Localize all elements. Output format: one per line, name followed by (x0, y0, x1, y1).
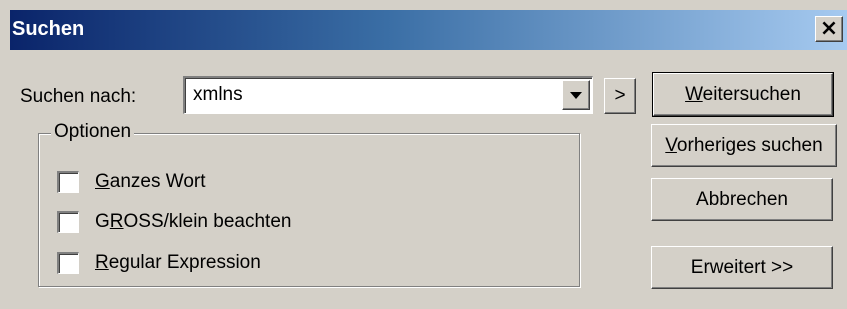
checkbox-whole-word[interactable] (57, 171, 79, 193)
close-icon: × (819, 16, 839, 41)
window-title: Suchen (12, 18, 85, 40)
checkbox-match-case[interactable] (57, 211, 79, 233)
close-button[interactable]: × (815, 16, 843, 42)
options-group: Optionen Ganzes Wort GROSS/klein beachte… (38, 121, 580, 287)
find-input[interactable]: xmlns (193, 84, 243, 106)
find-previous-button[interactable]: Vorheriges suchen (651, 124, 837, 167)
title-bar[interactable]: Suchen × (10, 10, 847, 50)
option-whole-word-label: Ganzes Wort (95, 171, 206, 192)
advanced-button[interactable]: Erweitert >> (651, 246, 833, 289)
find-combobox[interactable]: xmlns (183, 76, 593, 114)
find-dialog: Suchen × Suchen nach: xmlns > Weitersuch… (0, 0, 847, 309)
dropdown-arrow-icon[interactable] (562, 80, 590, 110)
find-next-button[interactable]: Weitersuchen (652, 72, 834, 117)
find-label: Suchen nach: (20, 86, 137, 107)
options-legend: Optionen (51, 121, 135, 143)
option-match-case-label: GROSS/klein beachten (95, 211, 292, 232)
checkbox-regex[interactable] (57, 252, 79, 274)
cancel-button[interactable]: Abbrechen (651, 178, 833, 221)
option-regex-label: Regular Expression (95, 252, 261, 273)
expand-button[interactable]: > (604, 78, 636, 114)
